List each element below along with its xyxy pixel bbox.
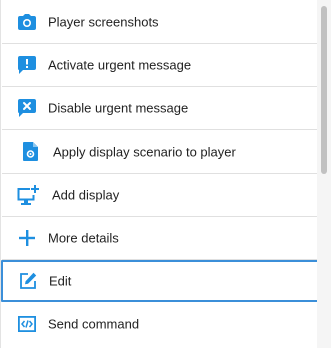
edit-icon	[17, 270, 39, 292]
menu-item-label: Apply display scenario to player	[53, 144, 236, 159]
menu-item-edit[interactable]: Edit	[1, 260, 331, 302]
menu-item-label: Add display	[52, 187, 120, 203]
plus-icon	[16, 227, 38, 249]
camera-icon	[16, 11, 38, 33]
menu-item-label: More details	[48, 230, 119, 246]
scrollbar-thumb[interactable]	[321, 6, 327, 174]
urgent-message-icon	[16, 54, 38, 76]
menu-item-add-display[interactable]: Add display	[2, 174, 318, 217]
menu-item-apply-display-scenario[interactable]: Apply display scenario to player	[2, 130, 318, 174]
menu-item-label: Disable urgent message	[48, 100, 189, 116]
menu-item-player-screenshots[interactable]: Player screenshots	[2, 0, 318, 44]
menu-list: Player screenshots Activate urgent messa…	[1, 0, 331, 345]
add-display-icon	[17, 184, 39, 206]
scrollbar[interactable]	[317, 0, 331, 348]
menu-item-label: Edit	[49, 273, 72, 289]
menu-item-disable-urgent-message[interactable]: Disable urgent message	[2, 87, 318, 130]
scenario-file-icon	[19, 141, 41, 163]
context-menu: Player screenshots Activate urgent messa…	[0, 0, 331, 348]
menu-item-label: Player screenshots	[48, 14, 159, 29]
menu-item-more-details[interactable]: More details	[2, 217, 318, 260]
menu-item-send-command[interactable]: Send command	[2, 302, 318, 345]
menu-item-label: Activate urgent message	[48, 57, 192, 73]
code-icon	[16, 313, 38, 335]
menu-item-activate-urgent-message[interactable]: Activate urgent message	[2, 44, 318, 87]
menu-item-label: Send command	[48, 316, 140, 331]
disable-message-icon	[16, 97, 38, 119]
